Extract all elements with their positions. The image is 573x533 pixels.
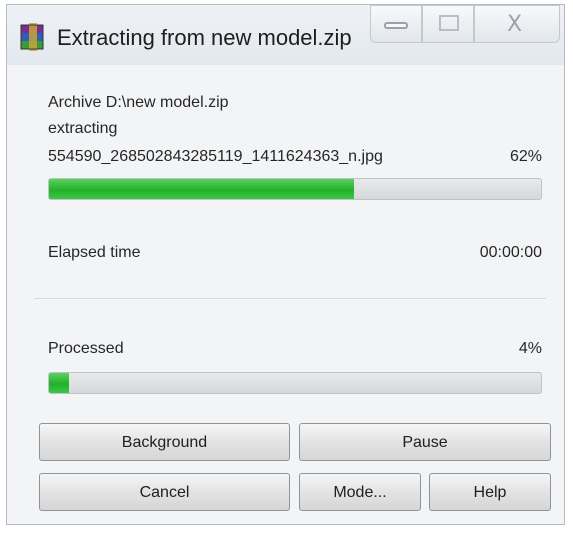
maximize-button[interactable]	[422, 5, 474, 43]
processed-label: Processed	[48, 340, 124, 357]
file-percent: 62%	[509, 148, 542, 165]
elapsed-time-label: Elapsed time	[48, 244, 141, 261]
title-bar[interactable]: Extracting from new model.zip X	[7, 5, 564, 65]
mode-button[interactable]: Mode...	[299, 473, 421, 511]
archive-path-label: Archive D:\new model.zip	[48, 94, 229, 111]
total-progress-bar	[48, 372, 542, 394]
pause-button[interactable]: Pause	[299, 423, 551, 461]
elapsed-time-value: 00:00:00	[479, 244, 542, 261]
file-progress-fill	[49, 179, 355, 199]
file-progress-bar	[48, 178, 542, 200]
separator	[34, 298, 546, 299]
close-button[interactable]: X	[474, 5, 560, 43]
action-label: extracting	[48, 120, 118, 137]
minimize-icon	[384, 22, 408, 29]
processed-percent: 4%	[518, 340, 542, 357]
cancel-button[interactable]: Cancel	[39, 473, 290, 511]
current-file-name: 554590_268502843285119_1411624363_n.jpg	[48, 148, 383, 165]
window-title: Extracting from new model.zip	[57, 25, 352, 50]
minimize-button[interactable]	[370, 5, 422, 43]
close-icon: X	[507, 12, 523, 37]
winrar-archive-icon	[20, 23, 44, 51]
background-button[interactable]: Background	[39, 423, 290, 461]
total-progress-fill	[49, 373, 69, 393]
maximize-icon	[439, 15, 459, 31]
help-button[interactable]: Help	[429, 473, 551, 511]
